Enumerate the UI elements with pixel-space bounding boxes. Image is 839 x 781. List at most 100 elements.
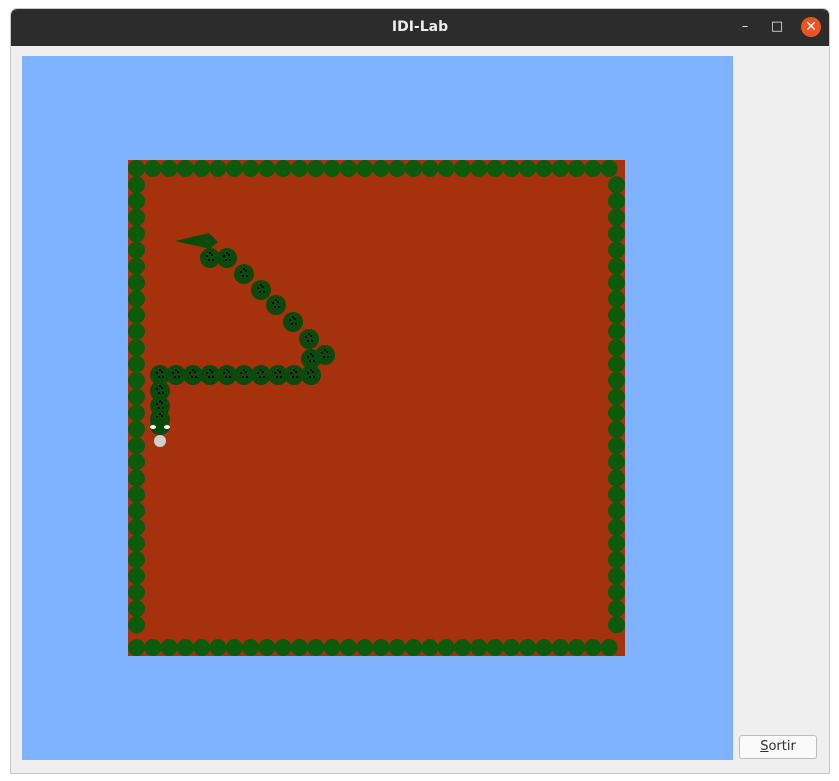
wall-sphere xyxy=(608,192,625,210)
snake-spot xyxy=(210,370,214,374)
snake-spot xyxy=(320,351,324,355)
snake-spot xyxy=(307,332,311,336)
wall-sphere xyxy=(535,160,553,177)
snake-spot xyxy=(261,370,265,374)
snake-spot xyxy=(256,286,260,290)
wall-sphere xyxy=(608,388,625,406)
wall-sphere xyxy=(291,160,308,177)
wall-sphere xyxy=(470,160,488,177)
wall-sphere xyxy=(209,160,227,177)
snake-spot xyxy=(279,375,283,379)
wall-sphere xyxy=(372,639,390,656)
snake-spot xyxy=(273,371,277,375)
snake-spot xyxy=(312,359,316,363)
snake-spot xyxy=(292,368,296,372)
wall-sphere xyxy=(128,404,145,422)
snake-spot xyxy=(157,391,161,395)
snake-spot xyxy=(207,258,211,262)
snake-spot xyxy=(242,267,246,271)
snake-spot xyxy=(291,375,295,379)
title-bar[interactable]: IDI-Lab – □ ✕ xyxy=(11,9,829,46)
minimize-icon[interactable]: – xyxy=(735,17,755,37)
wall-sphere xyxy=(209,639,227,656)
snake-spot xyxy=(273,305,277,309)
wall-sphere xyxy=(454,160,471,177)
gl-viewport[interactable] xyxy=(22,56,733,760)
snake-spot xyxy=(241,274,245,278)
wall-sphere xyxy=(608,567,625,585)
wall-sphere xyxy=(258,639,276,656)
snake-spot xyxy=(322,355,326,359)
snake-spot xyxy=(259,368,263,372)
maximize-icon[interactable]: □ xyxy=(767,17,787,37)
snake-spot xyxy=(161,375,165,379)
snake-spot xyxy=(158,399,162,403)
wall-sphere xyxy=(128,551,145,569)
snake-spot xyxy=(174,368,178,372)
wall-sphere xyxy=(128,420,145,438)
snake-spot xyxy=(207,375,211,379)
wall-sphere xyxy=(225,639,243,656)
snake-eye xyxy=(150,425,156,429)
wall-sphere xyxy=(608,404,625,422)
wall-sphere xyxy=(323,639,341,656)
wall-sphere xyxy=(421,639,439,656)
snake-spot xyxy=(171,371,175,375)
close-icon[interactable]: ✕ xyxy=(801,17,821,37)
wall-sphere xyxy=(258,160,276,177)
wall-sphere xyxy=(608,437,625,455)
snake-spot xyxy=(277,305,281,309)
snake-spot xyxy=(308,375,312,379)
app-window: IDI-Lab – □ ✕ Sortir xyxy=(10,8,830,774)
wall-sphere xyxy=(160,639,178,656)
wall-sphere xyxy=(568,160,586,177)
snake-spot xyxy=(294,322,298,326)
snake-spot xyxy=(276,368,280,372)
snake-spot xyxy=(227,370,231,374)
wall-sphere xyxy=(225,160,243,177)
snake-spot xyxy=(309,334,313,338)
game-scene xyxy=(128,160,625,656)
exit-button[interactable]: Sortir xyxy=(739,735,817,759)
wall-sphere xyxy=(128,600,145,618)
snake-spot xyxy=(191,368,195,372)
snake-spot xyxy=(310,339,314,343)
wall-sphere xyxy=(608,534,625,552)
snake-spot xyxy=(259,283,263,287)
snake-segment xyxy=(251,280,271,300)
snake-spot xyxy=(208,251,212,255)
wall-sphere xyxy=(128,241,145,259)
snake-spot xyxy=(227,253,231,257)
wall-sphere xyxy=(144,639,162,656)
snake-spot xyxy=(222,254,226,258)
snake-spot xyxy=(160,370,164,374)
wall-sphere xyxy=(242,639,260,656)
wall-sphere xyxy=(608,616,625,634)
wall-sphere xyxy=(128,306,145,324)
wall-sphere xyxy=(454,639,471,656)
snake-spot xyxy=(194,375,198,379)
wall-sphere xyxy=(128,616,145,634)
wall-sphere xyxy=(608,306,625,324)
wall-sphere xyxy=(421,160,439,177)
snake-spot xyxy=(155,387,159,391)
wall-sphere xyxy=(486,160,504,177)
exit-button-label: ortir xyxy=(768,739,796,754)
snake-spot xyxy=(311,354,315,358)
wall-sphere xyxy=(128,518,145,536)
wall-sphere xyxy=(608,274,625,292)
snake-spot xyxy=(210,253,214,257)
wall-sphere xyxy=(502,639,520,656)
wall-sphere xyxy=(535,639,553,656)
snake-spot xyxy=(293,317,297,321)
snake-spot xyxy=(311,370,315,374)
snake-spot xyxy=(295,375,299,379)
snake-spot xyxy=(261,285,265,289)
wall-sphere xyxy=(144,160,162,177)
wall-sphere xyxy=(486,639,504,656)
wall-sphere xyxy=(608,225,625,243)
snake-spot xyxy=(225,251,229,255)
snake-spot xyxy=(211,375,215,379)
snake-segment xyxy=(234,264,254,284)
snake-spot xyxy=(275,375,279,379)
